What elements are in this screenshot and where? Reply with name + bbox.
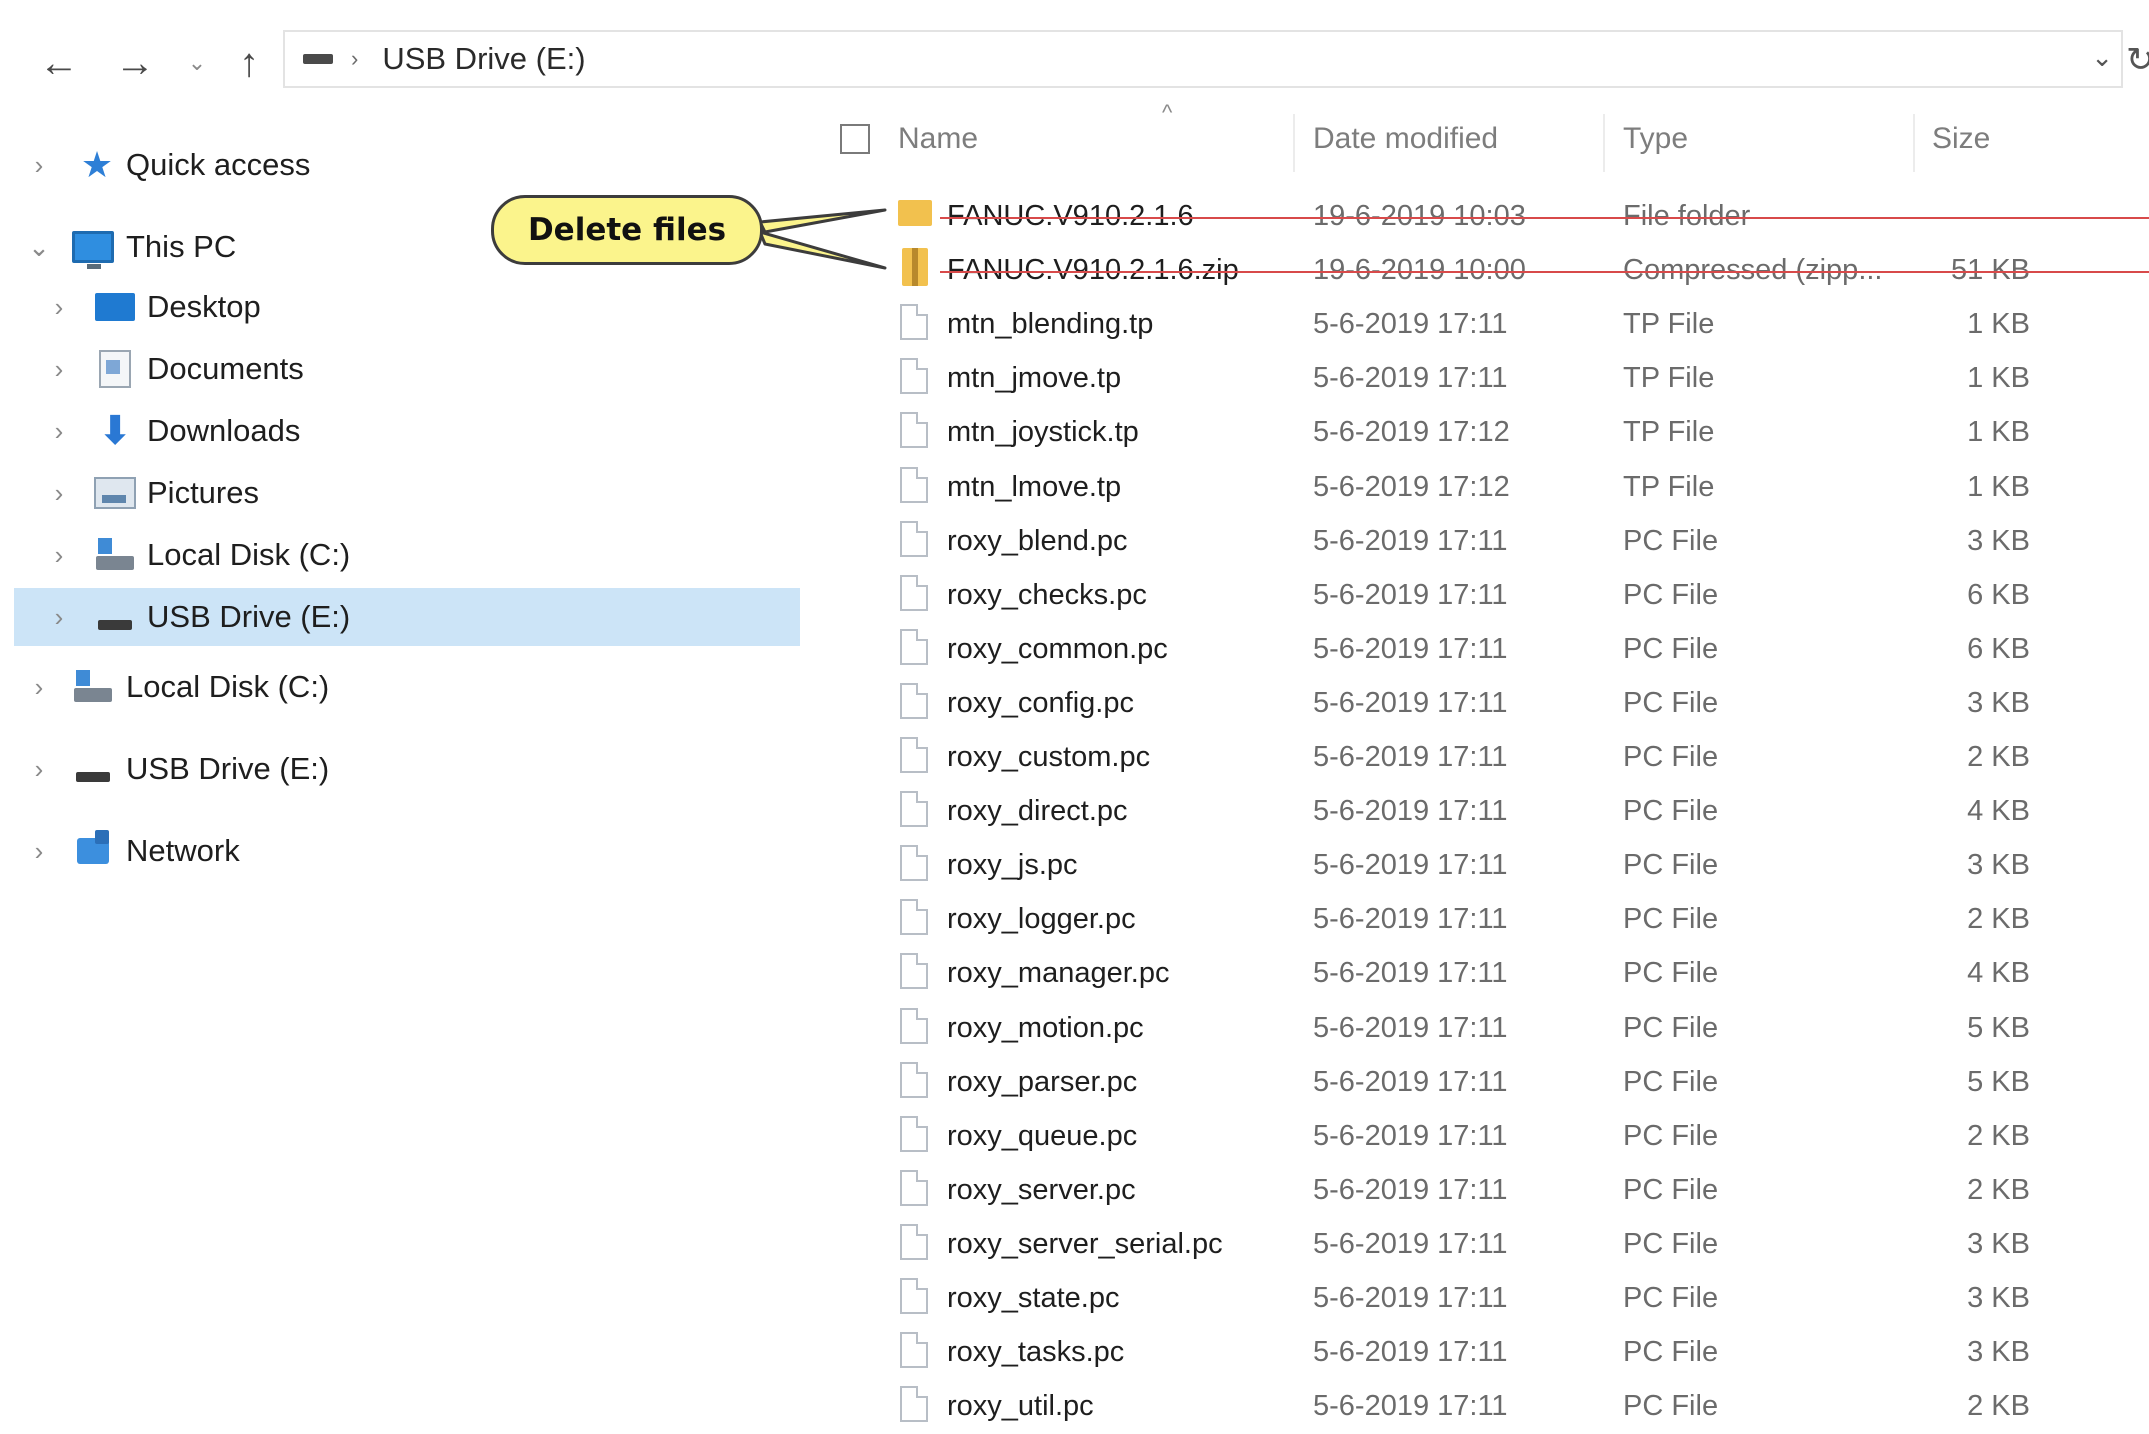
callout-pointer: [758, 208, 887, 270]
delete-files-callout: Delete files: [491, 195, 763, 265]
